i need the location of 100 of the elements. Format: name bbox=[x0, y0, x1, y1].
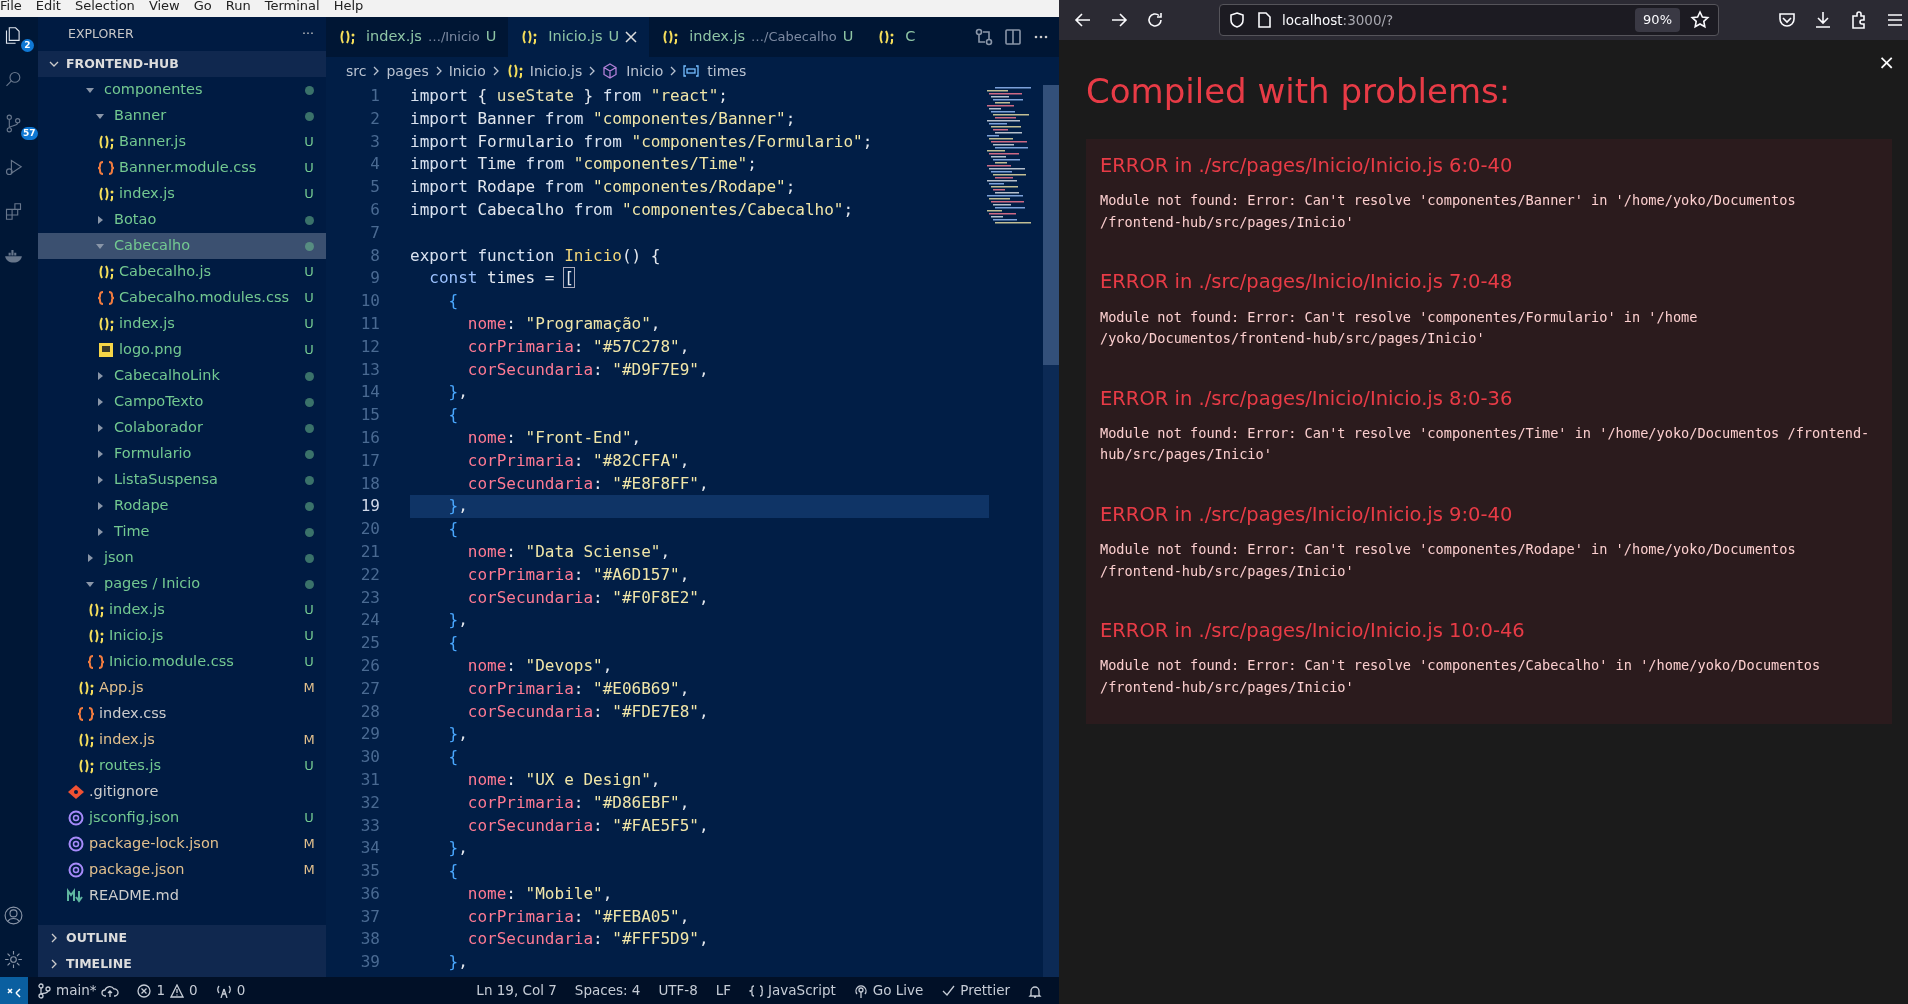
status-dot bbox=[305, 241, 314, 251]
overlay-title: Compiled with problems: bbox=[1086, 70, 1512, 113]
explorer-entry[interactable]: App.js M bbox=[38, 675, 326, 701]
menu-item[interactable]: Run bbox=[225, 0, 251, 17]
folder-item[interactable]: Time bbox=[38, 519, 326, 545]
explorer-entry[interactable]: routes.js U bbox=[38, 753, 326, 779]
ports-status[interactable]: 0 bbox=[206, 980, 255, 1001]
reload-icon[interactable] bbox=[1145, 10, 1165, 30]
git-status: M bbox=[302, 835, 316, 854]
compare-icon[interactable] bbox=[975, 28, 993, 46]
split-editor-icon[interactable] bbox=[1005, 29, 1021, 45]
explorer-entry[interactable]: index.js U bbox=[38, 311, 326, 337]
explorer-entry[interactable]: Inicio.module.css U bbox=[38, 649, 326, 675]
breadcrumb-item[interactable]: pages bbox=[386, 60, 429, 82]
address-bar[interactable]: localhost:3000/? 90% bbox=[1219, 4, 1719, 36]
explorer-entry[interactable]: .gitignore bbox=[38, 779, 326, 805]
panel-header[interactable]: TIMELINE bbox=[38, 951, 326, 977]
error-icon bbox=[137, 983, 152, 998]
menu-item[interactable]: View bbox=[148, 0, 180, 17]
folder-item[interactable]: CampoTexto bbox=[38, 389, 326, 415]
status-item[interactable]: UTF-8 bbox=[649, 980, 707, 1001]
folder-item[interactable]: componentes bbox=[38, 77, 326, 103]
status-item[interactable]: Ln 19, Col 7 bbox=[467, 980, 566, 1001]
section-header[interactable]: FRONTEND-HUB bbox=[38, 51, 326, 77]
breadcrumb-item[interactable]: src bbox=[346, 60, 367, 82]
settings-icon[interactable] bbox=[3, 949, 24, 970]
explorer-entry[interactable]: logo.png U bbox=[38, 337, 326, 363]
explorer-entry[interactable]: Banner.module.css U bbox=[38, 155, 326, 181]
braces-semicolon-icon bbox=[87, 628, 105, 644]
status-item[interactable]: Prettier bbox=[932, 980, 1019, 1001]
play-bug-icon[interactable] bbox=[3, 157, 24, 178]
menu-item[interactable]: Help bbox=[333, 0, 364, 17]
folder-item[interactable]: json bbox=[38, 545, 326, 571]
scrollbar[interactable] bbox=[1043, 85, 1059, 977]
breadcrumb-item[interactable]: Inicio.js bbox=[529, 60, 583, 82]
code-line: { bbox=[447, 860, 460, 883]
menu-item[interactable]: Selection bbox=[74, 0, 135, 17]
explorer-entry[interactable]: README.md bbox=[38, 883, 326, 909]
git-status: M bbox=[302, 679, 316, 698]
braces-semicolon-icon bbox=[661, 29, 680, 45]
panel-header[interactable]: OUTLINE bbox=[38, 925, 326, 951]
remote-button[interactable] bbox=[0, 977, 28, 1004]
close-button[interactable]: × bbox=[1872, 46, 1901, 78]
zoom-level[interactable]: 90% bbox=[1635, 8, 1680, 32]
code-line: corSecundaria: "#FDE7E8", bbox=[466, 700, 710, 723]
menu-item[interactable]: Terminal bbox=[264, 0, 320, 17]
breadcrumb-item[interactable]: Inicio bbox=[448, 60, 486, 82]
git-status: U bbox=[303, 133, 315, 152]
explorer-entry[interactable]: package.json M bbox=[38, 857, 326, 883]
curly-braces-icon bbox=[77, 706, 95, 722]
folder-item[interactable]: Banner bbox=[38, 103, 326, 129]
folder-item[interactable]: Rodape bbox=[38, 493, 326, 519]
explorer-entry[interactable]: index.css bbox=[38, 701, 326, 727]
folder-item[interactable]: ListaSuspensa bbox=[38, 467, 326, 493]
folder-item[interactable]: Cabecalho bbox=[38, 233, 326, 259]
line-number: 33 bbox=[359, 814, 380, 837]
explorer-entry[interactable]: index.js M bbox=[38, 727, 326, 753]
explorer-entry[interactable]: Inicio.js U bbox=[38, 623, 326, 649]
diamond-icon bbox=[67, 784, 85, 800]
pocket-icon[interactable] bbox=[1777, 10, 1797, 30]
problems-status[interactable]: 1 0 bbox=[128, 980, 207, 1001]
variable-icon bbox=[683, 63, 702, 79]
bell-icon bbox=[1028, 983, 1042, 998]
status-item[interactable]: LF bbox=[706, 980, 741, 1001]
explorer-entry[interactable]: Banner.js U bbox=[38, 129, 326, 155]
code-line: nome: "Devops", bbox=[466, 654, 614, 677]
status-item[interactable]: JavaScript bbox=[740, 980, 845, 1001]
line-number: 23 bbox=[359, 586, 380, 609]
menu-item[interactable]: Edit bbox=[35, 0, 61, 17]
folder-item[interactable]: CabecalhoLink bbox=[38, 363, 326, 389]
explorer-entry[interactable]: Cabecalho.js U bbox=[38, 259, 326, 285]
folder-item[interactable]: Formulario bbox=[38, 441, 326, 467]
explorer-entry[interactable]: jsconfig.json U bbox=[38, 805, 326, 831]
status-item[interactable]: Spaces: 4 bbox=[565, 980, 650, 1001]
status-dot bbox=[305, 423, 314, 433]
branch-status[interactable]: main* bbox=[28, 980, 129, 1001]
explorer-entry[interactable]: index.js U bbox=[38, 181, 326, 207]
folder-item[interactable]: Colaborador bbox=[38, 415, 326, 441]
folder-item[interactable]: pages / Inicio bbox=[38, 571, 326, 597]
more-actions-button[interactable]: ··· bbox=[302, 24, 314, 44]
explorer-entry[interactable]: index.js U bbox=[38, 597, 326, 623]
download-icon[interactable] bbox=[1813, 10, 1833, 30]
menu-item[interactable]: File bbox=[0, 0, 22, 17]
chevron-icon bbox=[669, 65, 678, 77]
code-line: nome: "Mobile", bbox=[466, 882, 614, 905]
account-icon[interactable] bbox=[3, 905, 24, 926]
status-item[interactable]: Go Live bbox=[844, 980, 933, 1001]
status-dot bbox=[305, 111, 314, 121]
editor-tab[interactable]: Inicio.js U bbox=[508, 17, 650, 57]
explorer-entry[interactable]: package-lock.json M bbox=[38, 831, 326, 857]
folder-item[interactable]: Botao bbox=[38, 207, 326, 233]
code-line: nome: "Data Sciense", bbox=[466, 540, 672, 563]
line-number: 26 bbox=[359, 654, 380, 677]
explorer-entry[interactable]: Cabecalho.modules.css U bbox=[38, 285, 326, 311]
blocks-icon[interactable] bbox=[3, 201, 24, 222]
breadcrumb-item[interactable]: Inicio bbox=[626, 60, 664, 82]
branch-icon bbox=[37, 982, 51, 999]
error-heading: ERROR in ./src/pages/Inicio/Inicio.js 8:0-36 bbox=[1100, 385, 1514, 412]
menu-item[interactable]: Go bbox=[193, 0, 212, 17]
breadcrumb-item[interactable]: times bbox=[707, 60, 747, 82]
